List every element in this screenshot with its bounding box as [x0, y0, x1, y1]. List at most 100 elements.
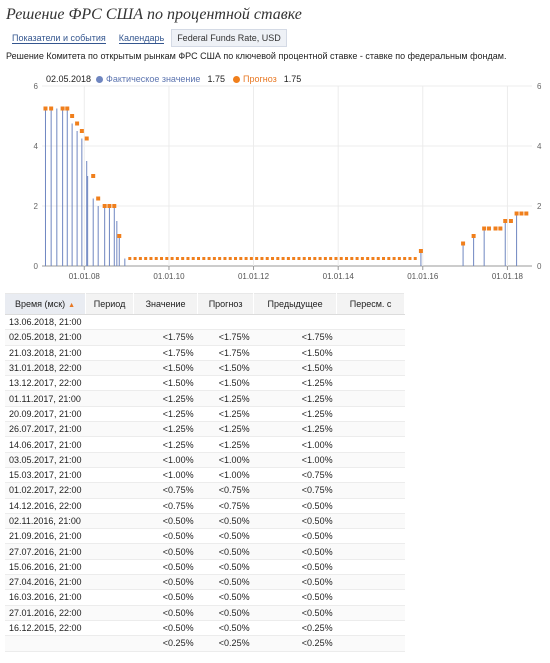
table-cell: <1.75% [197, 329, 254, 346]
table-cell [253, 314, 337, 331]
y-tick-label-left: 6 [34, 82, 39, 91]
forecast-point [234, 257, 238, 260]
table-cell [336, 635, 405, 652]
table-cell: <0.50% [133, 543, 198, 560]
forecast-point [239, 257, 243, 260]
forecast-point [60, 106, 65, 111]
table-row[interactable]: 16.03.2016, 21:00 <0.50% <0.50% <0.50% [5, 589, 405, 606]
table-row[interactable]: 16.12.2015, 22:00 <0.50% <0.50% <0.25% [5, 620, 405, 637]
table-row[interactable]: <0.25% <0.25% <0.25% [5, 635, 405, 652]
table-cell: <1.25% [253, 390, 337, 407]
table-cell: <1.00% [253, 436, 337, 453]
tab-federal-funds-rate[interactable]: Federal Funds Rate, USD [171, 29, 287, 47]
column-header-time[interactable]: Время (мск) ▲ [5, 293, 87, 315]
table-cell: <1.75% [197, 345, 254, 361]
table-row[interactable]: 27.01.2016, 22:00 <0.50% <0.50% <0.50% [5, 605, 405, 621]
forecast-point [70, 114, 75, 118]
table-row[interactable]: 03.05.2017, 21:00 <1.00% <1.00% <1.00% [5, 452, 405, 468]
table-cell: <0.50% [253, 513, 337, 530]
forecast-point [128, 257, 132, 260]
forecast-point [334, 257, 338, 260]
legend-actual-value: 1.75 [207, 74, 225, 84]
table-cell [5, 635, 86, 652]
table-row[interactable]: 14.12.2016, 22:00 <0.75% <0.75% <0.50% [5, 498, 405, 514]
forecast-point [260, 257, 264, 260]
forecast-point [345, 257, 349, 260]
y-tick-label-left: 2 [34, 202, 39, 211]
table-row[interactable]: 26.07.2017, 21:00 <1.25% <1.25% <1.25% [5, 421, 405, 438]
table-cell: <1.50% [253, 345, 337, 361]
table-cell: <0.50% [133, 513, 198, 530]
forecast-point [212, 257, 216, 260]
table-cell: 01.11.2017, 21:00 [5, 390, 86, 407]
table-row[interactable]: 02.11.2016, 21:00 <0.50% <0.50% <0.50% [5, 513, 405, 530]
table-cell: <0.50% [253, 528, 337, 545]
chart-legend: 02.05.2018 Фактическое значение 1.75 Про… [46, 74, 304, 84]
forecast-point [418, 249, 423, 253]
forecast-point [355, 257, 359, 260]
table-cell: <1.25% [133, 421, 198, 438]
column-header-forecast[interactable]: Прогноз [197, 293, 255, 315]
table-cell [336, 452, 405, 468]
forecast-point [202, 257, 206, 260]
table-row[interactable]: 21.03.2018, 21:00 <1.75% <1.75% <1.50% [5, 345, 405, 361]
forecast-point [276, 257, 280, 260]
table-cell: <0.50% [197, 574, 254, 591]
tab-calendar[interactable]: Календарь [113, 29, 170, 47]
table-row[interactable]: 31.01.2018, 22:00 <1.50% <1.50% <1.50% [5, 360, 405, 377]
column-header-revised[interactable]: Пересм. с [336, 293, 406, 315]
forecast-point [265, 257, 269, 260]
table-cell: <1.75% [133, 345, 198, 361]
column-header-time-label: Время (мск) [14, 299, 66, 309]
forecast-point [471, 234, 476, 238]
table-cell: <0.25% [253, 635, 337, 652]
table-cell [336, 360, 405, 377]
table-cell: <0.50% [133, 528, 198, 545]
forecast-point [297, 257, 301, 260]
column-header-previous[interactable]: Предыдущее [253, 293, 338, 315]
table-cell [336, 620, 405, 637]
column-header-value[interactable]: Значение [133, 293, 199, 315]
forecast-point [403, 257, 407, 260]
table-cell: 16.12.2015, 22:00 [5, 620, 86, 637]
table-cell [85, 589, 134, 606]
forecast-point [75, 121, 80, 126]
table-cell: <1.50% [197, 360, 254, 377]
table-row[interactable]: 15.03.2017, 21:00 <1.00% <1.00% <0.75% [5, 467, 405, 484]
forecast-point [461, 241, 466, 246]
forecast-point [218, 257, 222, 260]
table-row[interactable]: 13.12.2017, 22:00 <1.50% <1.50% <1.25% [5, 375, 405, 392]
table-cell: <0.50% [197, 605, 254, 621]
table-row[interactable]: 13.06.2018, 21:00 [5, 314, 405, 331]
table-row[interactable]: 01.02.2017, 22:00 <0.75% <0.75% <0.75% [5, 482, 405, 499]
table-cell [85, 574, 134, 591]
forecast-point [207, 257, 211, 260]
table-cell: <1.00% [197, 452, 254, 468]
forecast-point [96, 196, 101, 201]
forecast-point [493, 226, 498, 231]
table-row[interactable]: 15.06.2016, 21:00 <0.50% <0.50% <0.50% [5, 559, 405, 576]
forecast-point [165, 257, 169, 260]
x-tick-label: 01.01.18 [492, 272, 524, 281]
legend-forecast-label: Прогноз [242, 74, 277, 84]
table-cell: <0.75% [253, 467, 337, 484]
table-cell: <1.00% [197, 467, 254, 484]
tab-indicators-events[interactable]: Показатели и события [6, 29, 112, 47]
forecast-point [487, 226, 492, 231]
table-cell: <1.50% [253, 360, 337, 377]
table-row[interactable]: 27.07.2016, 21:00 <0.50% <0.50% <0.50% [5, 543, 405, 560]
table-cell: 15.06.2016, 21:00 [5, 559, 86, 576]
table-row[interactable]: 14.06.2017, 21:00 <1.25% <1.25% <1.00% [5, 436, 405, 453]
table-row[interactable]: 20.09.2017, 21:00 <1.25% <1.25% <1.25% [5, 406, 405, 423]
table-cell: <0.50% [197, 559, 254, 576]
table-cell: <0.50% [253, 574, 337, 591]
table-row[interactable]: 27.04.2016, 21:00 <0.50% <0.50% <0.50% [5, 574, 405, 591]
forecast-point [175, 257, 179, 260]
column-header-period[interactable]: Период [85, 293, 135, 315]
forecast-point [49, 106, 54, 111]
table-row[interactable]: 21.09.2016, 21:00 <0.50% <0.50% <0.50% [5, 528, 405, 545]
table-row[interactable]: 01.11.2017, 21:00 <1.25% <1.25% <1.25% [5, 390, 405, 407]
table-row[interactable]: 02.05.2018, 21:00 <1.75% <1.75% <1.75% [5, 329, 405, 346]
table-cell: 27.07.2016, 21:00 [5, 543, 86, 560]
table-cell: 20.09.2017, 21:00 [5, 406, 86, 423]
